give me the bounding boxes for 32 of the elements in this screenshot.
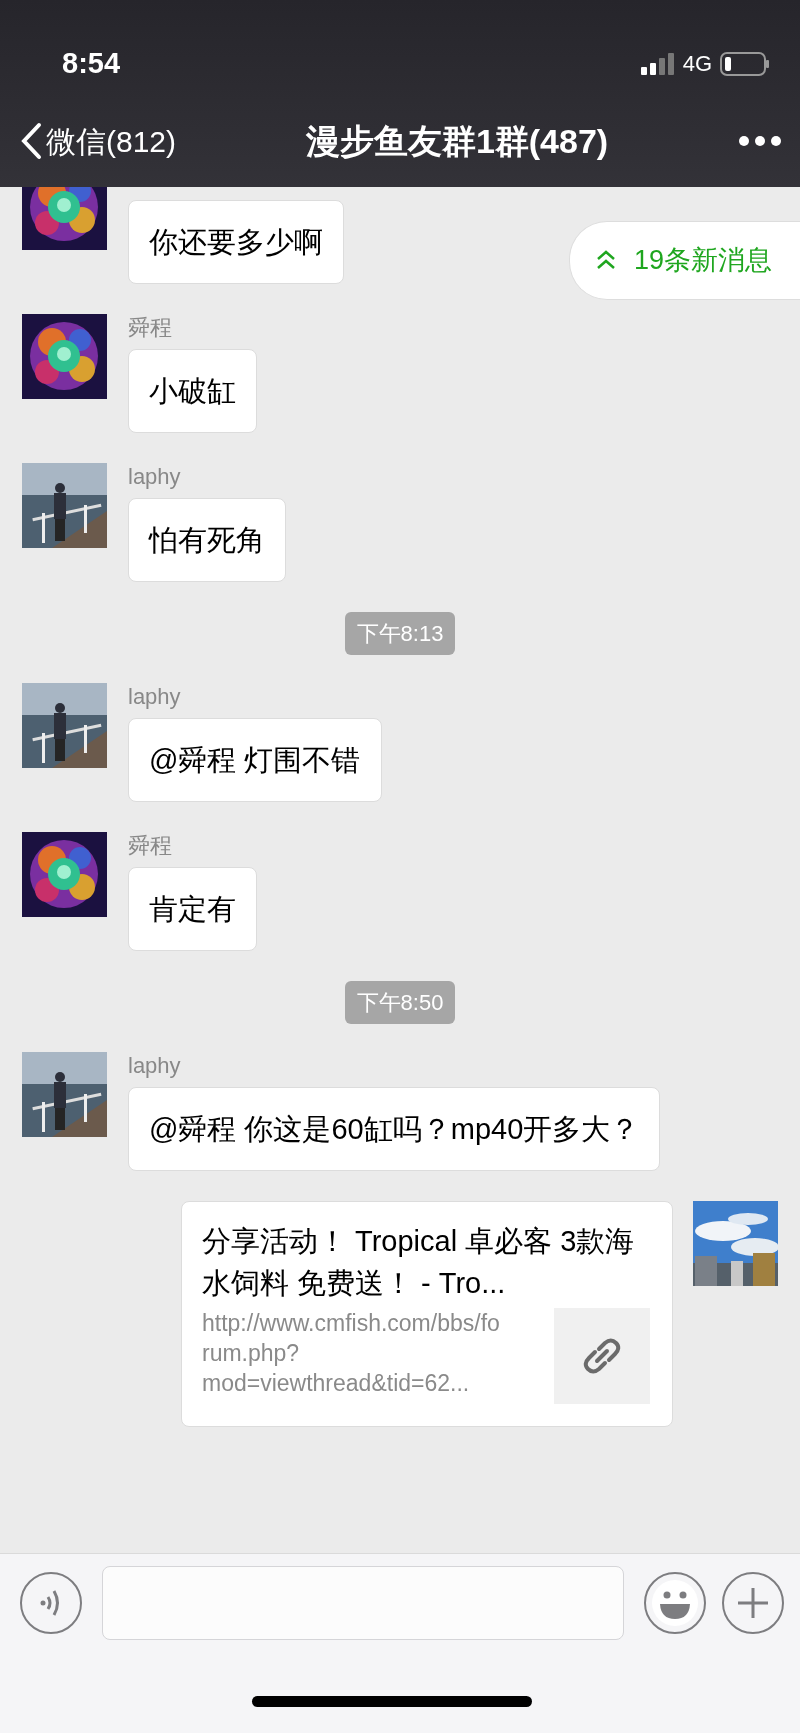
message-bubble: 肯定有 — [128, 867, 257, 951]
sender-name: 舜程 — [128, 832, 172, 860]
message-bubble: @舜程 灯围不错 — [128, 718, 382, 802]
status-time: 8:54 — [62, 45, 121, 81]
voice-button[interactable] — [20, 1572, 82, 1634]
message-bubble: 怕有死角 — [128, 498, 286, 582]
link-title: 分享活动！ Tropical 卓必客 3款海水饲料 免费送！ - Tro... — [202, 1224, 636, 1301]
network-label: 4G — [682, 50, 712, 78]
back-button[interactable]: 微信(812) — [20, 118, 177, 164]
sender-name: laphy — [128, 683, 181, 711]
timestamp: 下午8:13 — [344, 612, 456, 655]
add-button[interactable] — [722, 1572, 784, 1634]
sender-name: 舜程 — [128, 314, 172, 342]
back-icon — [20, 122, 42, 160]
timestamp: 下午8:50 — [344, 981, 456, 1024]
message-bubble: @舜程 你这是60缸吗？mp40开多大？ — [128, 1087, 661, 1171]
emoji-button[interactable] — [644, 1572, 706, 1634]
signal-icon — [640, 51, 675, 76]
link-url: http://www.cmfish.com/bbs/forum.php?mod=viewthread&tid=62... — [202, 1309, 501, 1398]
smiley-icon — [651, 1579, 699, 1627]
link-card[interactable]: 分享活动！ Tropical 卓必客 3款海水饲料 免费送！ - Tro... http://www.cmfish.com/bbs/forum.php?mod=viewthread&tid=62... — [181, 1201, 673, 1427]
sender-name: laphy — [128, 463, 181, 491]
double-chevron-up-icon — [595, 249, 616, 272]
more-icon[interactable] — [738, 135, 782, 147]
battery-icon — [720, 51, 770, 76]
chat-title: 漫步鱼友群1群(487) — [305, 120, 609, 162]
link-icon — [581, 1335, 623, 1377]
plus-icon — [736, 1586, 770, 1620]
message-input[interactable] — [102, 1566, 624, 1640]
message-bubble: 小破缸 — [128, 349, 257, 433]
sender-name: laphy — [128, 1052, 181, 1080]
message-bubble: 你还要多少啊 — [128, 200, 344, 284]
